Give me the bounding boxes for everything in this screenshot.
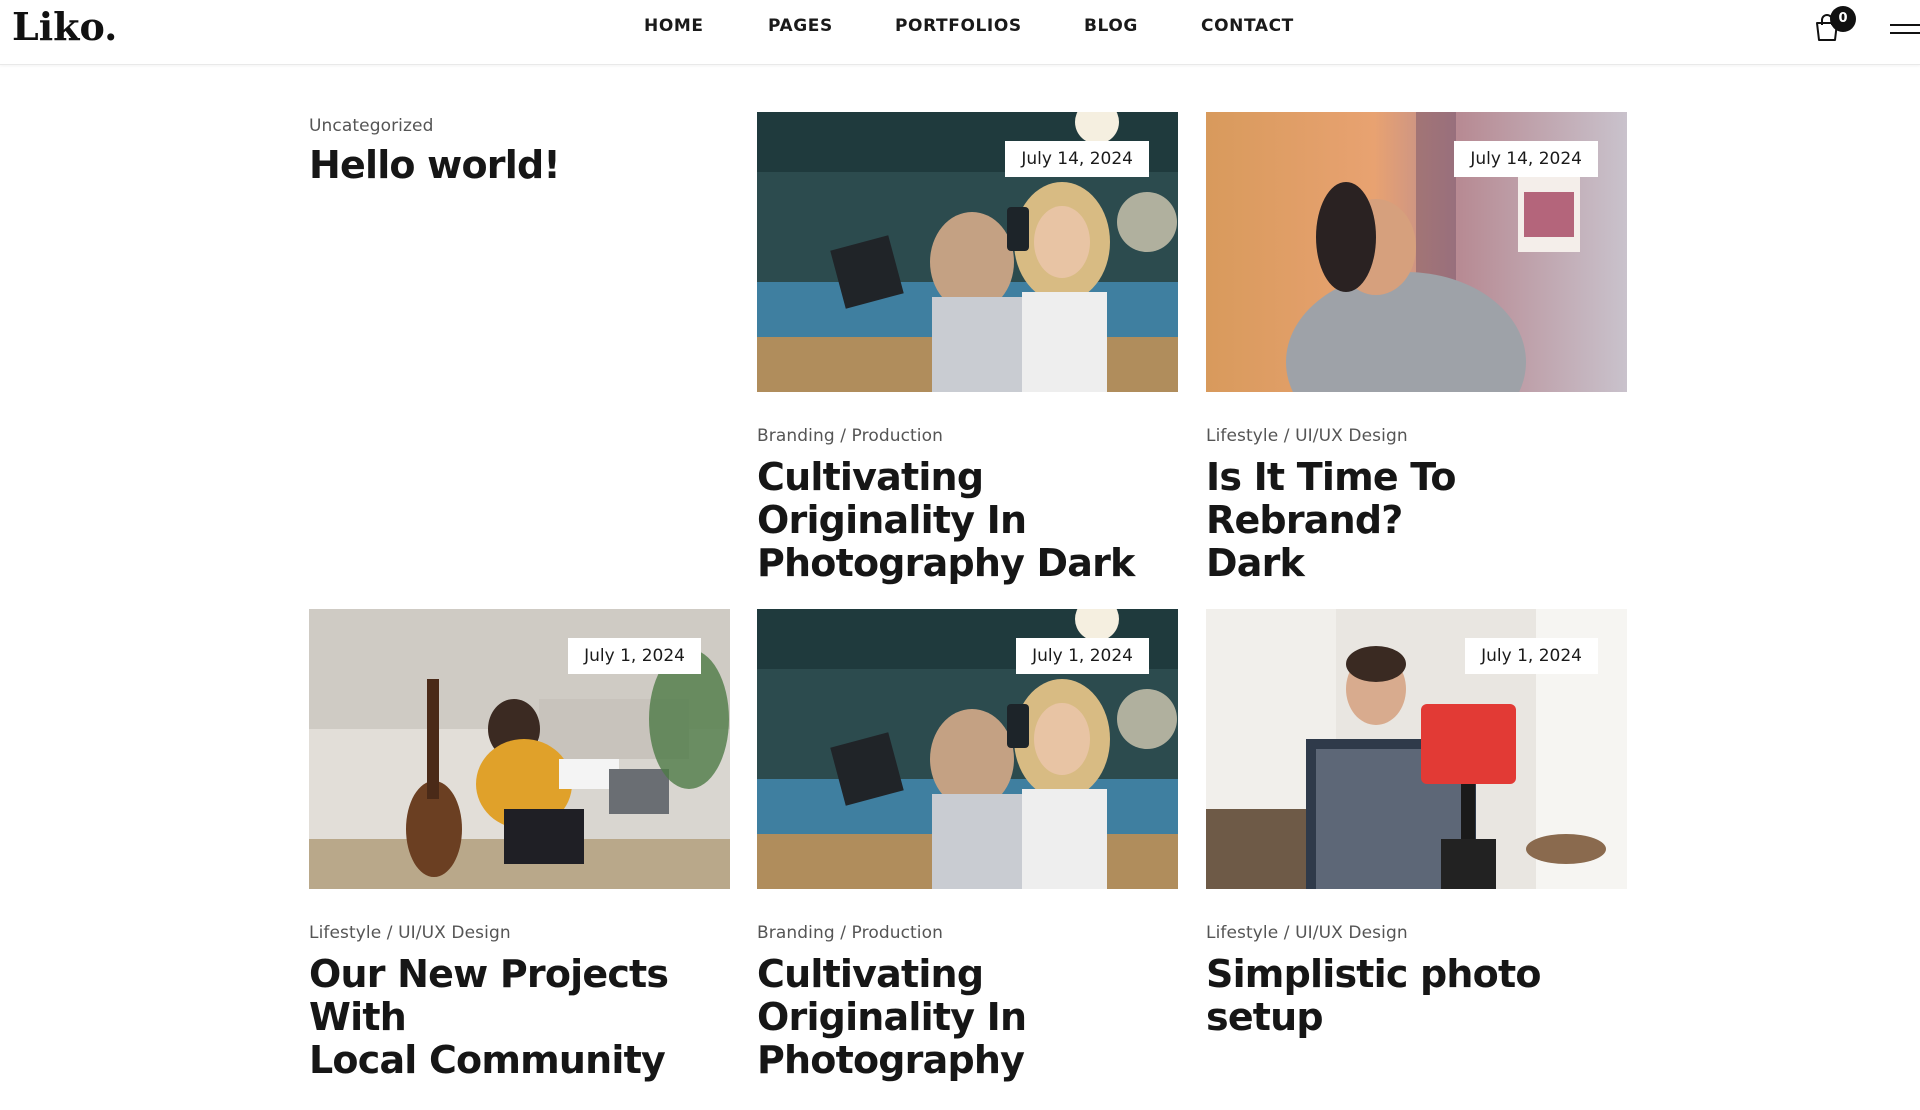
hamburger-menu-icon[interactable]: [1890, 20, 1920, 38]
post-card: July 14, 2024 Branding / Production Cult…: [757, 112, 1178, 585]
site-header: Liko. HOME PAGES PORTFOLIOS BLOG CONTACT…: [0, 0, 1920, 65]
post-title[interactable]: Hello world!: [309, 144, 730, 187]
nav-item-home[interactable]: HOME: [644, 16, 704, 36]
nav-item-blog[interactable]: BLOG: [1084, 16, 1138, 36]
nav-item-pages[interactable]: PAGES: [768, 16, 833, 36]
post-thumbnail[interactable]: July 14, 2024: [1206, 112, 1627, 392]
post-title[interactable]: Our New Projects With Local Community: [309, 953, 730, 1082]
post-category[interactable]: Branding / Production: [757, 426, 1178, 446]
post-thumbnail[interactable]: July 1, 2024: [757, 609, 1178, 889]
post-date: July 1, 2024: [1016, 638, 1149, 674]
nav-item-portfolios[interactable]: PORTFOLIOS: [895, 16, 1022, 36]
post-card: July 1, 2024 Lifestyle / UI/UX Design Ou…: [309, 609, 730, 1082]
post-title[interactable]: Cultivating Originality In Photography: [757, 953, 1178, 1082]
post-category[interactable]: Lifestyle / UI/UX Design: [1206, 923, 1627, 943]
post-date: July 14, 2024: [1454, 141, 1598, 177]
post-thumbnail[interactable]: July 14, 2024: [757, 112, 1178, 392]
post-card: July 1, 2024 Branding / Production Culti…: [757, 609, 1178, 1082]
post-card: July 1, 2024 Lifestyle / UI/UX Design Si…: [1206, 609, 1627, 1039]
post-title[interactable]: Cultivating Originality In Photography D…: [757, 456, 1178, 585]
post-category[interactable]: Lifestyle / UI/UX Design: [1206, 426, 1627, 446]
post-thumbnail[interactable]: July 1, 2024: [1206, 609, 1627, 889]
post-title[interactable]: Simplistic photo setup: [1206, 953, 1627, 1039]
post-category[interactable]: Branding / Production: [757, 923, 1178, 943]
post-card: Uncategorized Hello world!: [309, 116, 730, 187]
post-thumbnail[interactable]: July 1, 2024: [309, 609, 730, 889]
post-category[interactable]: Lifestyle / UI/UX Design: [309, 923, 730, 943]
post-card: July 14, 2024 Lifestyle / UI/UX Design I…: [1206, 112, 1627, 585]
post-date: July 1, 2024: [1465, 638, 1598, 674]
post-category[interactable]: Uncategorized: [309, 116, 730, 136]
post-title[interactable]: Is It Time To Rebrand? Dark: [1206, 456, 1627, 585]
post-date: July 1, 2024: [568, 638, 701, 674]
cart-count-badge: 0: [1830, 6, 1856, 32]
post-date: July 14, 2024: [1005, 141, 1149, 177]
nav-item-contact[interactable]: CONTACT: [1201, 16, 1294, 36]
site-logo[interactable]: Liko.: [12, 4, 117, 49]
